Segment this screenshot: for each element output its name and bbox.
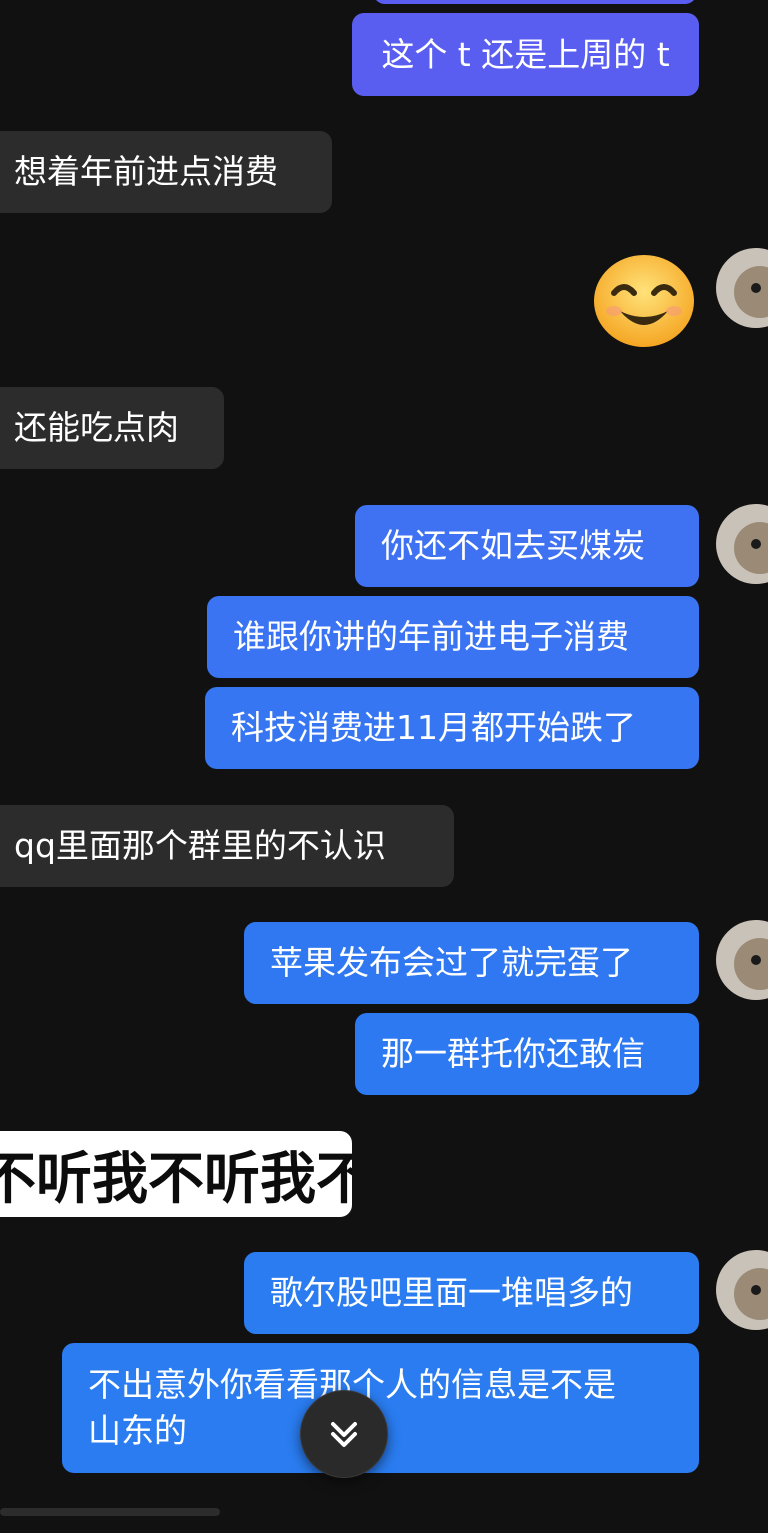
avatar[interactable] bbox=[716, 248, 768, 328]
message-text: 还能吃点肉 bbox=[14, 408, 179, 447]
message-text: 谁跟你讲的年前进电子消费 bbox=[233, 617, 629, 656]
outgoing-message[interactable]: 你还不如去买煤炭 bbox=[355, 505, 699, 587]
double-chevron-down-icon bbox=[331, 1422, 357, 1447]
message-text: 这个 t 还是上周的 t bbox=[381, 34, 670, 74]
next-message-bubble bbox=[0, 1508, 220, 1516]
outgoing-message[interactable]: 谁跟你讲的年前进电子消费 bbox=[207, 596, 699, 678]
message-text: qq里面那个群里的不认识 bbox=[14, 826, 386, 865]
avatar[interactable] bbox=[716, 1250, 768, 1330]
avatar[interactable] bbox=[716, 920, 768, 1000]
incoming-message[interactable]: qq里面那个群里的不认识 bbox=[0, 805, 454, 887]
message-text: 你还不如去买煤炭 bbox=[381, 526, 645, 565]
incoming-message[interactable]: 想着年前进点消费 bbox=[0, 131, 332, 213]
message-text: 科技消费进11月都开始跌了 bbox=[231, 708, 636, 747]
sticker-text: 不听我不听我不 bbox=[0, 1146, 352, 1212]
message-text-line: 山东的 bbox=[88, 1411, 187, 1450]
message-text: 那一群托你还敢信 bbox=[381, 1034, 645, 1073]
sticker-message[interactable]: 不听我不听我不 bbox=[0, 1131, 352, 1217]
incoming-message[interactable]: 还能吃点肉 bbox=[0, 387, 224, 469]
message-text: 想着年前进点消费 bbox=[14, 152, 278, 191]
avatar[interactable] bbox=[716, 504, 768, 584]
message-text: 歌尔股吧里面一堆唱多的 bbox=[270, 1273, 633, 1312]
scroll-to-bottom-button[interactable] bbox=[300, 1390, 388, 1478]
outgoing-message[interactable]: 那一群托你还敢信 bbox=[355, 1013, 699, 1095]
outgoing-message[interactable]: 歌尔股吧里面一堆唱多的 bbox=[244, 1252, 699, 1334]
outgoing-message[interactable]: 科技消费进11月都开始跌了 bbox=[205, 687, 699, 769]
outgoing-message[interactable]: 这个 t 还是上周的 t bbox=[352, 13, 699, 96]
outgoing-message[interactable]: 苹果发布会过了就完蛋了 bbox=[244, 922, 699, 1004]
smiling-face-emoji[interactable] bbox=[592, 253, 696, 349]
message-text: 苹果发布会过了就完蛋了 bbox=[270, 943, 633, 982]
previous-message-bubble bbox=[373, 0, 697, 4]
